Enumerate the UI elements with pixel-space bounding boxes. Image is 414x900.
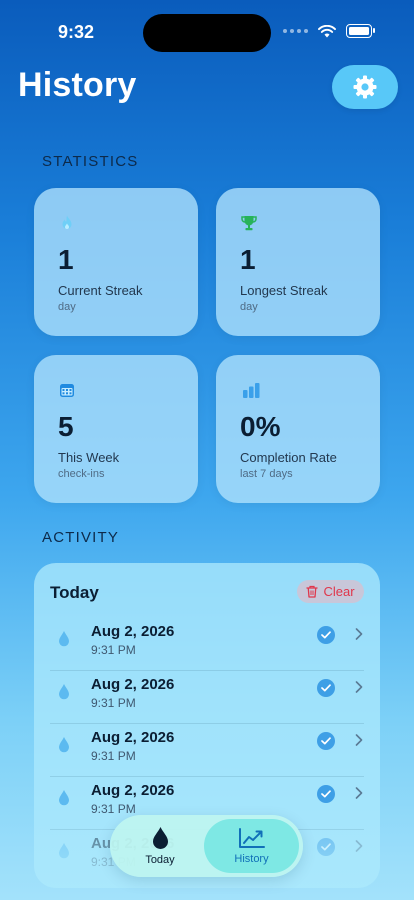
stat-title: Completion Rate — [240, 450, 337, 465]
water-drop-icon — [59, 631, 69, 647]
statistics-section-label: STATISTICS — [42, 153, 139, 170]
stat-value: 1 — [240, 244, 256, 275]
stat-value: 0% — [240, 411, 281, 442]
bar-chart-icon — [243, 383, 260, 398]
clear-button[interactable]: Clear — [297, 580, 364, 603]
stat-title: This Week — [58, 450, 120, 465]
activity-row[interactable]: Aug 2, 2026 9:31 PM — [50, 724, 364, 777]
stat-subtitle: day — [240, 301, 258, 313]
gear-icon — [353, 75, 377, 99]
settings-button[interactable] — [332, 65, 398, 109]
trophy-icon — [241, 216, 257, 231]
tab-label: Today — [145, 854, 175, 866]
activity-section-label: ACTIVITY — [42, 529, 120, 546]
entry-time: 9:31 PM — [91, 802, 136, 816]
checkmark-icon — [317, 679, 335, 697]
stat-value: 5 — [58, 411, 74, 442]
activity-row[interactable]: Aug 2, 2026 9:31 PM — [50, 671, 364, 724]
stat-value: 1 — [58, 244, 74, 275]
activity-row[interactable]: Aug 2, 2026 9:31 PM — [50, 618, 364, 671]
chevron-right-icon — [355, 840, 363, 852]
activity-group-heading: Today — [50, 583, 99, 602]
flame-icon — [62, 215, 72, 229]
tab-label: History — [234, 853, 269, 865]
entry-time: 9:31 PM — [91, 643, 136, 657]
trend-chart-icon — [238, 828, 265, 848]
signal-dots-icon — [283, 29, 308, 33]
clear-label: Clear — [323, 584, 355, 599]
chevron-right-icon — [355, 628, 363, 640]
tab-today[interactable]: Today — [114, 819, 206, 873]
stat-card-current-streak: 1 Current Streak day — [34, 188, 198, 336]
water-drop-icon — [59, 737, 69, 753]
tab-bar: Today History — [110, 815, 303, 877]
entry-time: 9:31 PM — [91, 749, 136, 763]
chevron-right-icon — [355, 681, 363, 693]
wifi-icon — [318, 24, 336, 37]
stat-card-this-week: 5 This Week check-ins — [34, 355, 198, 503]
entry-date: Aug 2, 2026 — [91, 782, 175, 799]
chevron-right-icon — [355, 787, 363, 799]
entry-date: Aug 2, 2026 — [91, 729, 175, 746]
trash-icon — [306, 585, 319, 598]
stat-subtitle: check-ins — [58, 468, 105, 480]
stat-subtitle: day — [58, 301, 76, 313]
status-icons — [283, 24, 375, 38]
stat-title: Current Streak — [58, 283, 143, 298]
battery-icon — [346, 24, 375, 38]
water-drop-icon — [59, 843, 69, 859]
stat-title: Longest Streak — [240, 283, 328, 298]
water-drop-icon — [59, 790, 69, 806]
checkmark-icon — [317, 732, 335, 750]
checkmark-icon — [317, 785, 335, 803]
page-title: History — [18, 66, 137, 104]
calendar-icon — [60, 384, 74, 397]
entry-time: 9:31 PM — [91, 696, 136, 710]
water-drop-icon — [59, 684, 69, 700]
entry-date: Aug 2, 2026 — [91, 676, 175, 693]
checkmark-icon — [317, 626, 335, 644]
stat-card-completion-rate: 0% Completion Rate last 7 days — [216, 355, 380, 503]
tab-history[interactable]: History — [204, 819, 299, 873]
stat-card-longest-streak: 1 Longest Streak day — [216, 188, 380, 336]
entry-date: Aug 2, 2026 — [91, 623, 175, 640]
water-drop-icon — [152, 827, 168, 849]
status-time: 9:32 — [58, 22, 95, 42]
dynamic-island — [143, 14, 271, 52]
chevron-right-icon — [355, 734, 363, 746]
stat-subtitle: last 7 days — [240, 468, 293, 480]
checkmark-icon — [317, 838, 335, 856]
